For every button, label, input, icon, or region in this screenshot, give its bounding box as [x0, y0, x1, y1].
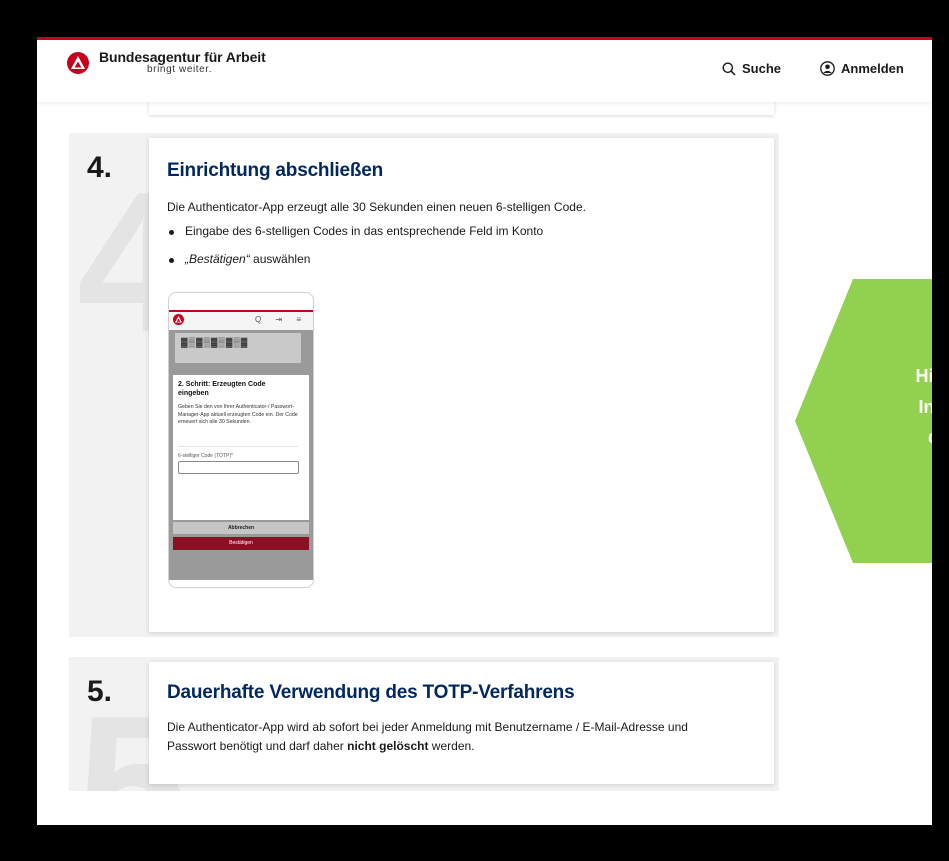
step-5-text-line-1: Die Authenticator-App wird ab sofort bei… — [167, 720, 688, 734]
qr-code-glyph: ▓▒▓▒▓▒▓▒▓ — [181, 337, 249, 347]
phone-confirm-button: Bestätigen — [173, 537, 309, 550]
step-5-text-line-2-end: werden. — [428, 738, 475, 753]
list-item: „Bestätigen“ auswählen — [167, 252, 543, 266]
step-5-title: Dauerhafte Verwendung des TOTP-Verfahren… — [167, 682, 575, 703]
login-label: Anmelden — [841, 61, 904, 76]
step-5-card: Dauerhafte Verwendung des TOTP-Verfahren… — [149, 662, 774, 784]
phone-cancel-button: Abbrechen — [173, 522, 309, 534]
ba-logo-icon — [173, 314, 184, 325]
list-item: Eingabe des 6-stelligen Codes in das ent… — [167, 224, 543, 238]
bullet-text: Eingabe des 6-stelligen Codes in das ent… — [185, 224, 544, 238]
search-button[interactable]: Suche — [722, 61, 781, 76]
login-button[interactable]: Anmelden — [820, 61, 904, 76]
step-4-card: Einrichtung abschließen Die Authenticato… — [149, 138, 774, 632]
phone-code-field-label: 6-stelliger Code (TOTP)* — [178, 453, 233, 459]
bullet-text: auswählen — [249, 252, 311, 266]
step-5-number: 5. — [87, 675, 113, 708]
divider — [178, 446, 298, 447]
browser-viewport: 4 4. Einrichtung abschließen Die Authent… — [37, 37, 932, 825]
step-5-description: Die Authenticator-App wird ab sofort bei… — [167, 718, 688, 755]
step-4-number: 4. — [87, 151, 113, 184]
search-label: Suche — [742, 61, 782, 76]
phone-mockup-image: Q ⇥ ≡ ▓▒▓▒▓▒▓▒▓ 2. Schritt: Erzeugten Co… — [168, 292, 314, 588]
step-4-description: Die Authenticator-App erzeugt alle 30 Se… — [167, 200, 586, 214]
search-icon — [722, 62, 736, 76]
page-footer-space — [37, 791, 932, 825]
step-4-bullet-list: Eingabe des 6-stelligen Codes in das ent… — [167, 224, 543, 280]
step-4-title: Einrichtung abschließen — [167, 160, 384, 181]
site-header: Bundesagentur für Arbeit bringt weiter. … — [37, 40, 932, 102]
step-5-text-line-2: Passwort benötigt und darf daher — [167, 738, 348, 753]
step-5-bold-text: nicht gelöscht — [347, 738, 429, 753]
bullet-emphasis: „Bestätigen“ — [185, 252, 250, 266]
brand-name: Bundesagentur für Arbeit — [99, 49, 266, 65]
phone-code-field — [178, 461, 299, 474]
phone-header-icons: Q ⇥ ≡ — [254, 315, 307, 324]
brand-wordmark[interactable]: Bundesagentur für Arbeit bringt weiter. — [99, 49, 266, 75]
phone-header: Q ⇥ ≡ — [169, 312, 313, 330]
hint-text: Hinwe Instal der — [915, 366, 932, 447]
phone-modal: 2. Schritt: Erzeugten Code eingeben Gebe… — [173, 375, 309, 520]
user-icon — [820, 61, 835, 76]
ba-logo-icon[interactable] — [67, 52, 89, 74]
qr-code-strip: ▓▒▓▒▓▒▓▒▓ — [175, 333, 301, 363]
phone-modal-text: Geben Sie den von Ihrer Authenticator-/ … — [178, 404, 298, 426]
phone-modal-title: 2. Schritt: Erzeugten Code eingeben — [178, 381, 266, 397]
brand-slogan: bringt weiter. — [147, 64, 213, 75]
hint-callout[interactable]: Hinwe Instal der — [795, 279, 932, 563]
page-content: 4 4. Einrichtung abschließen Die Authent… — [37, 37, 932, 825]
